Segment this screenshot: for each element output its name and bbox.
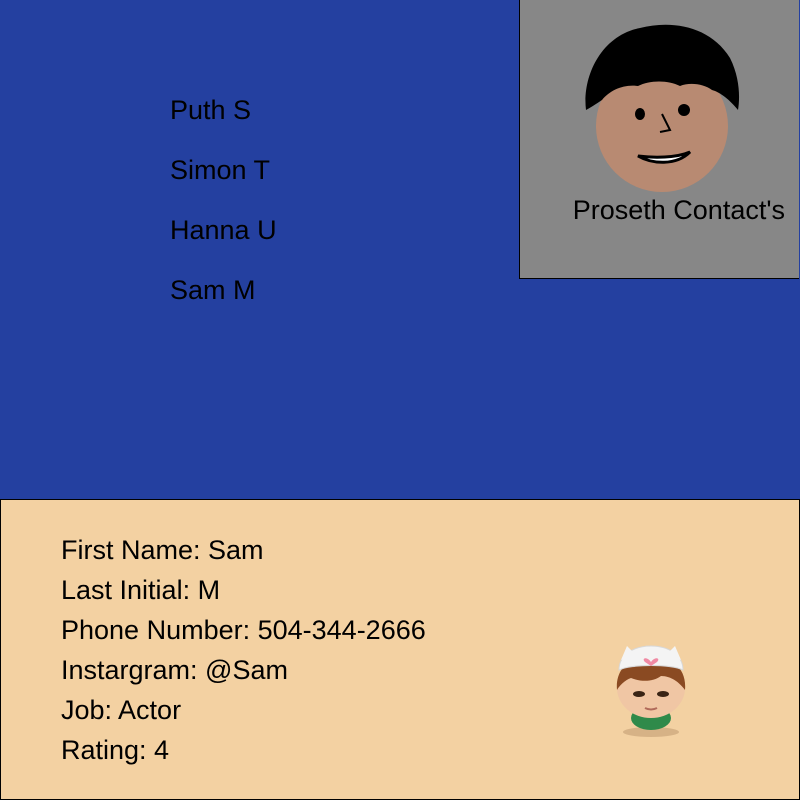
contact-list: Puth S Simon T Hanna U Sam M xyxy=(170,90,277,330)
contact-item-hanna[interactable]: Hanna U xyxy=(170,210,277,270)
rating-field: Rating: 4 xyxy=(61,735,170,765)
left-eye xyxy=(635,108,645,120)
doll-avatar-icon xyxy=(616,645,686,737)
avatar-left-eye xyxy=(633,691,645,697)
first-name-field: First Name: Sam xyxy=(61,535,264,565)
right-eye xyxy=(678,104,690,116)
avatar-right-eye xyxy=(657,691,669,697)
phone-number-field: Phone Number: 504-344-2666 xyxy=(61,615,426,645)
detail-lines: First Name: Sam Last Initial: M Phone Nu… xyxy=(61,530,426,770)
profile-title: Proseth Contact's xyxy=(572,195,785,225)
contact-item-sam[interactable]: Sam M xyxy=(170,270,277,330)
cartoon-face-icon xyxy=(585,24,740,192)
last-initial-field: Last Initial: M xyxy=(61,575,221,605)
profile-card: Proseth Contact's xyxy=(519,0,799,279)
contact-detail-panel: First Name: Sam Last Initial: M Phone Nu… xyxy=(0,499,800,800)
contacts-panel: Puth S Simon T Hanna U Sam M Proseth Con… xyxy=(0,0,800,500)
contact-item-puth[interactable]: Puth S xyxy=(170,90,277,150)
instagram-field: Instargram: @Sam xyxy=(61,655,288,685)
contact-item-simon[interactable]: Simon T xyxy=(170,150,277,210)
job-field: Job: Actor xyxy=(61,695,182,725)
